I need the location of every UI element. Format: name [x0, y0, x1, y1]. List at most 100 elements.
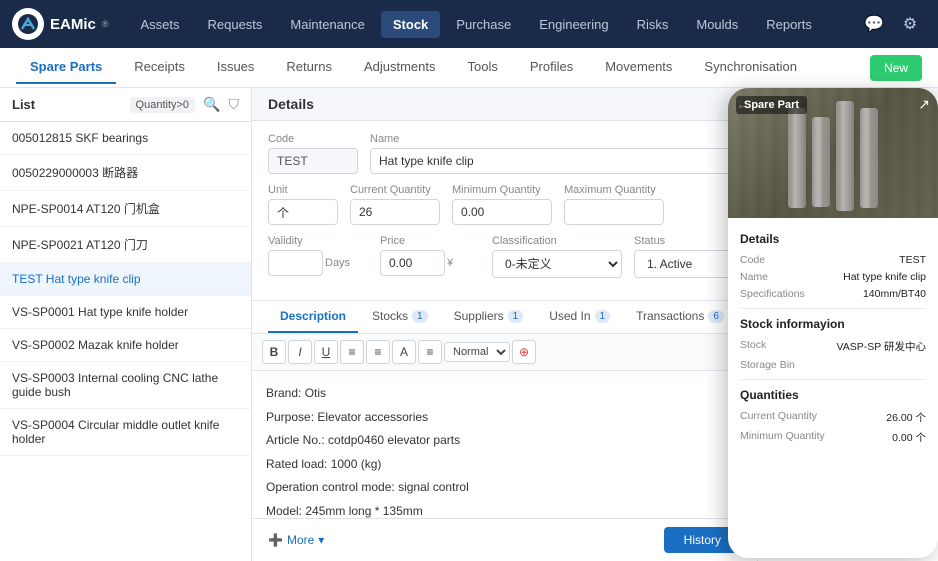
mobile-storage-bin-label: Storage Bin [740, 359, 795, 371]
subnav-synchronisation[interactable]: Synchronisation [690, 51, 811, 84]
tab-transactions[interactable]: Transactions 6 [624, 301, 736, 333]
desc-line-6: Model: 245mm long * 135mm [266, 501, 743, 518]
subnav-receipts[interactable]: Receipts [120, 51, 199, 84]
mobile-storage-bin-row: Storage Bin [740, 359, 926, 371]
list-item-active[interactable]: TEST Hat type knife clip [0, 263, 251, 296]
filter-icon[interactable]: ⛉ [229, 96, 240, 113]
mobile-spec-value: 140mm/BT40 [863, 288, 926, 300]
mobile-name-label: Name [740, 271, 768, 283]
price-currency: ¥ [447, 257, 453, 269]
list-item[interactable]: VS-SP0003 Internal cooling CNC lathe gui… [0, 362, 251, 409]
left-panel: List Quantity>0 🔍 ⛉ 005012815 SKF bearin… [0, 88, 252, 561]
list-item[interactable]: VS-SP0004 Circular middle outlet knife h… [0, 409, 251, 456]
nav-purchase[interactable]: Purchase [444, 11, 523, 38]
unit-input[interactable] [268, 199, 338, 225]
mobile-details-title: Details [740, 232, 926, 246]
mobile-min-qty-value: 0.00 个 [892, 430, 926, 445]
bold-button[interactable]: B [262, 340, 286, 364]
nav-assets[interactable]: Assets [128, 11, 191, 38]
desc-line-3: Article No.: cotdp0460 elevator parts [266, 430, 743, 452]
more-icon: ➕ [268, 533, 283, 547]
mobile-current-qty-label: Current Quantity [740, 410, 817, 425]
style-select[interactable]: Normal [444, 342, 510, 362]
code-label: Code [268, 133, 358, 145]
validity-unit: Days [325, 257, 350, 269]
mobile-current-qty-row: Current Quantity 26.00 个 [740, 410, 926, 425]
tab-description[interactable]: Description [268, 301, 358, 333]
min-qty-label: Minimum Quantity [452, 184, 552, 196]
classification-label: Classification [492, 235, 622, 247]
price-label: Price [380, 235, 480, 247]
mobile-body: Details Code TEST Name Hat type knife cl… [728, 218, 938, 558]
nav-reports[interactable]: Reports [754, 11, 824, 38]
italic-button[interactable]: I [288, 340, 312, 364]
subnav-profiles[interactable]: Profiles [516, 51, 587, 84]
tab-stocks[interactable]: Stocks 1 [360, 301, 440, 333]
nav-stock[interactable]: Stock [381, 11, 440, 38]
subnav-spare-parts[interactable]: Spare Parts [16, 51, 116, 84]
align-button[interactable]: A [392, 340, 416, 364]
nav-maintenance[interactable]: Maintenance [278, 11, 376, 38]
mobile-card-title: Spare Part [736, 96, 807, 114]
bottom-bar: ➕ More ▾ History [252, 518, 757, 561]
mobile-divider-1 [740, 308, 926, 309]
mobile-image: ← Spare Part ↗ [728, 88, 938, 218]
code-input[interactable] [268, 148, 358, 174]
subnav-adjustments[interactable]: Adjustments [350, 51, 450, 84]
subnav-tools[interactable]: Tools [454, 51, 512, 84]
logo: EAMic ® [12, 8, 108, 40]
suppliers-badge: 1 [508, 310, 524, 323]
nav-requests[interactable]: Requests [196, 11, 275, 38]
more-chevron: ▾ [318, 533, 324, 547]
desc-line-5: Operation control mode: signal control [266, 477, 743, 499]
name-label: Name [370, 133, 790, 145]
align2-button[interactable]: ≡ [418, 340, 442, 364]
editor-toolbar: B I U ≡ ≡ A ≡ Normal ⊕ [252, 334, 757, 371]
mobile-min-qty-row: Minimum Quantity 0.00 个 [740, 430, 926, 445]
list-item[interactable]: NPE-SP0014 AT120 门机盒 [0, 191, 251, 227]
list-item[interactable]: VS-SP0002 Mazak knife holder [0, 329, 251, 362]
nav-engineering[interactable]: Engineering [527, 11, 620, 38]
mobile-min-qty-label: Minimum Quantity [740, 430, 825, 445]
new-button[interactable]: New [870, 55, 922, 81]
nav-risks[interactable]: Risks [625, 11, 681, 38]
name-input[interactable] [370, 148, 790, 174]
subnav-movements[interactable]: Movements [591, 51, 686, 84]
tab-used-in[interactable]: Used In 1 [537, 301, 622, 333]
mobile-current-qty-value: 26.00 个 [886, 410, 926, 425]
mobile-stock-info-title: Stock informayion [740, 317, 926, 331]
current-qty-input[interactable] [350, 199, 440, 225]
spare-parts-list: 005012815 SKF bearings 0050229000003 断路器… [0, 122, 251, 561]
nav-moulds[interactable]: Moulds [684, 11, 750, 38]
logo-icon [12, 8, 44, 40]
list-item[interactable]: NPE-SP0021 AT120 门刀 [0, 227, 251, 263]
search-icon[interactable]: 🔍 [203, 96, 220, 113]
ordered-list-button[interactable]: ≡ [366, 340, 390, 364]
classification-select[interactable]: 0-未定义 [492, 250, 622, 278]
subnav-returns[interactable]: Returns [272, 51, 346, 84]
desc-line-4: Rated load: 1000 (kg) [266, 454, 743, 476]
subnav-issues[interactable]: Issues [203, 51, 269, 84]
share-icon[interactable]: ↗ [918, 96, 930, 113]
chat-icon[interactable]: 💬 [858, 8, 890, 40]
list-title: List [12, 97, 122, 112]
price-input[interactable] [380, 250, 445, 276]
max-qty-input[interactable] [564, 199, 664, 225]
used-in-badge: 1 [595, 310, 611, 323]
mobile-card: ← Spare Part ↗ Details Code TEST Name Ha… [728, 88, 938, 558]
list-item[interactable]: 0050229000003 断路器 [0, 155, 251, 191]
quantity-filter-badge: Quantity>0 [130, 97, 196, 113]
more-button[interactable]: ➕ More ▾ [268, 533, 324, 547]
main-area: List Quantity>0 🔍 ⛉ 005012815 SKF bearin… [0, 88, 938, 561]
stocks-badge: 1 [412, 310, 428, 323]
underline-button[interactable]: U [314, 340, 338, 364]
list-item[interactable]: VS-SP0001 Hat type knife holder [0, 296, 251, 329]
mobile-code-value: TEST [899, 254, 926, 266]
validity-input[interactable] [268, 250, 323, 276]
list-item[interactable]: 005012815 SKF bearings [0, 122, 251, 155]
special-format-button[interactable]: ⊕ [512, 340, 536, 364]
min-qty-input[interactable] [452, 199, 552, 225]
bullet-list-button[interactable]: ≡ [340, 340, 364, 364]
settings-icon[interactable]: ⚙ [894, 8, 926, 40]
tab-suppliers[interactable]: Suppliers 1 [442, 301, 536, 333]
